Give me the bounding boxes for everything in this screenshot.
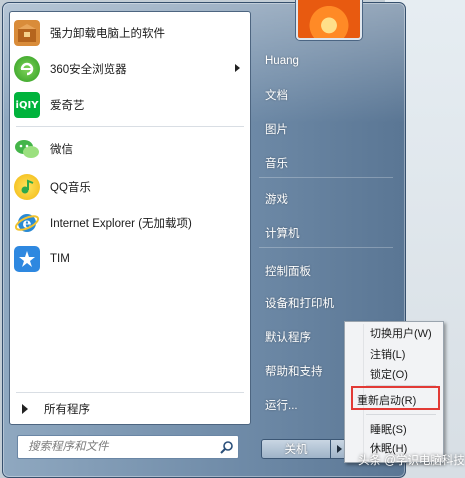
internet-explorer-icon: e — [14, 210, 40, 236]
qq-music-icon — [14, 174, 40, 200]
program-360-browser[interactable]: 360安全浏览器 — [14, 52, 246, 86]
shutdown-label: 关机 — [284, 444, 308, 456]
program-label: 360安全浏览器 — [50, 64, 127, 76]
program-wechat[interactable]: 微信 — [14, 132, 246, 166]
program-tim[interactable]: TIM — [14, 242, 246, 276]
program-qq-music[interactable]: QQ音乐 — [14, 170, 246, 204]
log-off-item[interactable]: 注销(L) — [370, 346, 405, 362]
program-internet-explorer[interactable]: e Internet Explorer (无加载项) — [14, 206, 246, 240]
all-programs-button[interactable]: 所有程序 — [14, 398, 246, 420]
run-link[interactable]: 运行... — [265, 397, 298, 413]
games-link[interactable]: 游戏 — [265, 191, 288, 207]
sleep-item[interactable]: 睡眠(S) — [370, 421, 407, 437]
pinned-divider — [16, 126, 244, 127]
search-box[interactable] — [17, 435, 239, 459]
program-iqiyi[interactable]: iQIY 爱奇艺 — [14, 88, 246, 122]
devices-printers-link[interactable]: 设备和打印机 — [265, 295, 334, 311]
computer-link[interactable]: 计算机 — [265, 225, 300, 241]
user-name-link[interactable]: Huang — [265, 55, 299, 67]
program-label: TIM — [50, 253, 70, 265]
program-uninstaller[interactable]: 强力卸载电脑上的软件 — [14, 16, 246, 50]
program-label: 微信 — [50, 144, 73, 156]
all-programs-label: 所有程序 — [44, 404, 90, 416]
programs-panel: 强力卸载电脑上的软件 360安全浏览器 iQIY 爱奇艺 微信 QQ音乐 e I… — [9, 11, 251, 425]
documents-link[interactable]: 文档 — [265, 87, 288, 103]
iqiyi-icon: iQIY — [14, 92, 40, 118]
uninstall-box-icon — [14, 20, 40, 46]
menu-separator — [366, 414, 436, 415]
default-programs-link[interactable]: 默认程序 — [265, 329, 311, 345]
help-support-link[interactable]: 帮助和支持 — [265, 363, 323, 379]
shutdown-button[interactable]: 关机 — [261, 439, 331, 459]
search-input[interactable] — [26, 440, 216, 454]
restart-highlight-box — [351, 386, 440, 410]
search-icon[interactable] — [216, 436, 238, 458]
wechat-icon — [14, 136, 40, 162]
control-panel-link[interactable]: 控制面板 — [265, 263, 311, 279]
pictures-link[interactable]: 图片 — [265, 121, 288, 137]
tim-icon — [14, 246, 40, 272]
program-label: Internet Explorer (无加载项) — [50, 218, 192, 230]
watermark-text: 头条 @学识电脑科技 — [358, 455, 465, 467]
program-label: QQ音乐 — [50, 182, 91, 194]
switch-user-item[interactable]: 切换用户(W) — [370, 325, 432, 341]
user-avatar[interactable] — [296, 0, 362, 40]
lock-item[interactable]: 锁定(O) — [370, 366, 408, 382]
360-browser-icon — [14, 56, 40, 82]
submenu-arrow-icon[interactable] — [235, 64, 240, 72]
expand-arrow-icon — [22, 404, 28, 414]
right-separator — [259, 247, 393, 248]
right-separator — [259, 177, 393, 178]
program-label: 爱奇艺 — [50, 100, 85, 112]
all-programs-divider — [16, 392, 244, 393]
program-label: 强力卸载电脑上的软件 — [50, 28, 165, 40]
music-link[interactable]: 音乐 — [265, 155, 288, 171]
